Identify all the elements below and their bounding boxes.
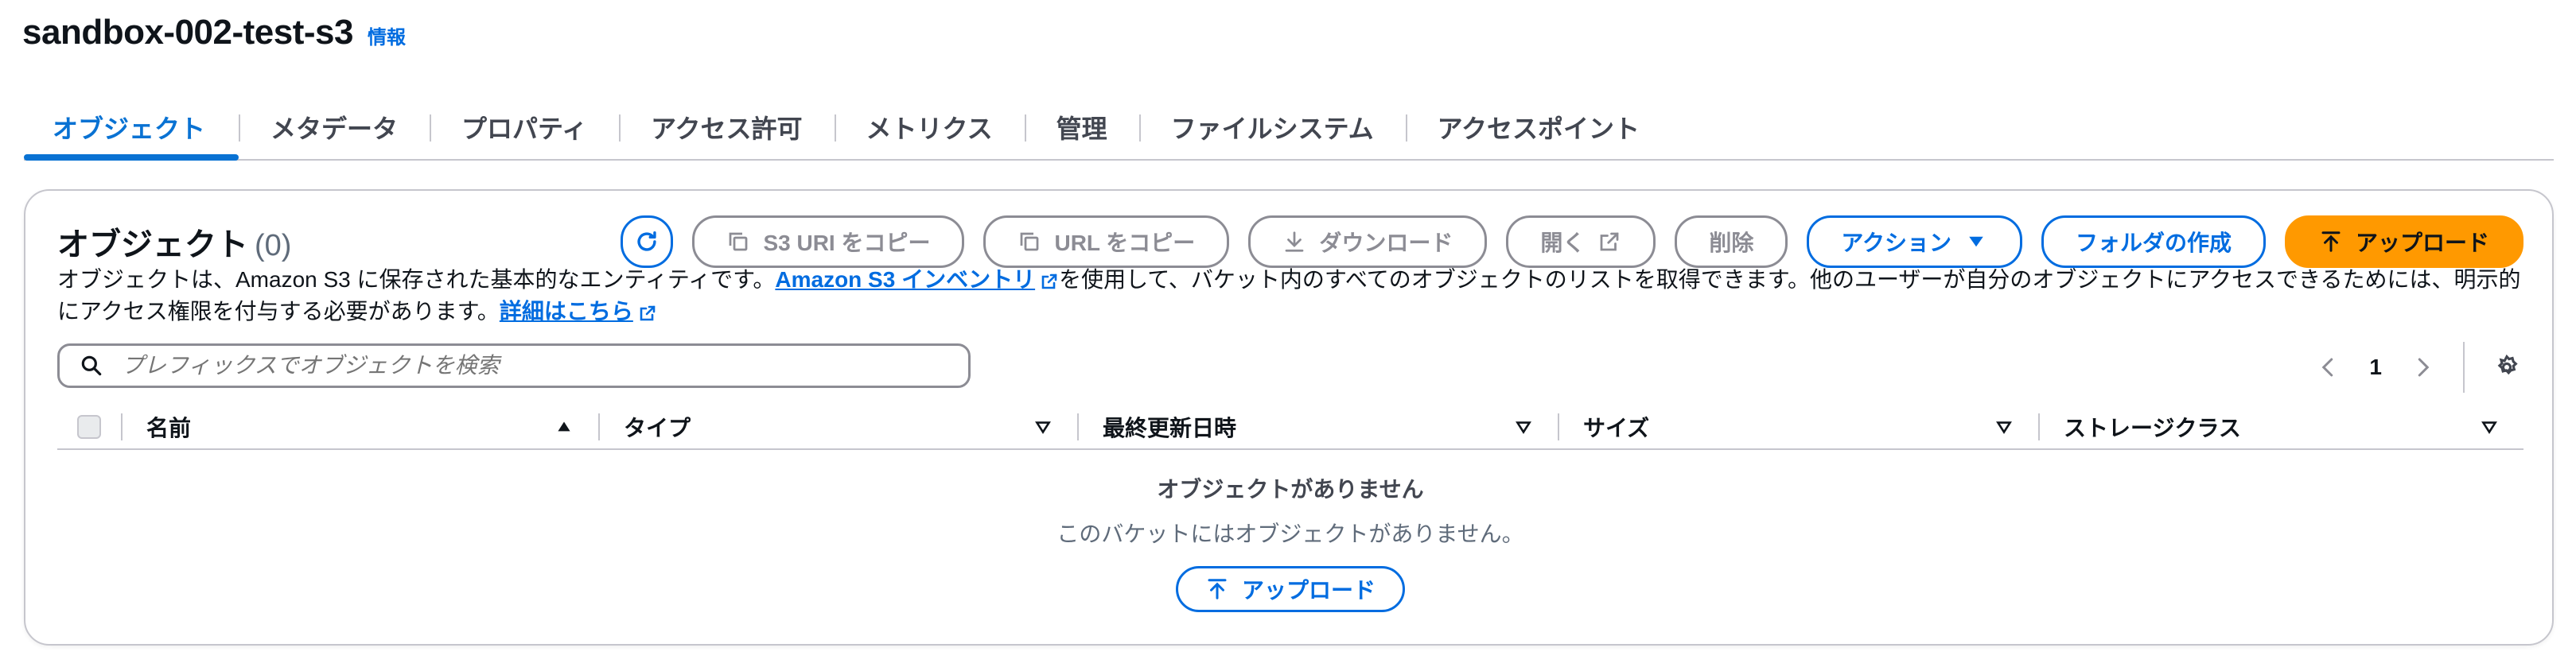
empty-title: オブジェクトがありません	[1157, 477, 1424, 502]
actions-dropdown-button[interactable]: アクション	[1807, 215, 2022, 268]
inventory-link-label: Amazon S3 インベントリ	[775, 267, 1036, 292]
tab-objects[interactable]: オブジェクト	[24, 95, 239, 161]
external-link-icon	[1597, 230, 1621, 254]
pagination: 1	[2317, 342, 2520, 393]
objects-title: オブジェクト	[57, 227, 248, 262]
create-folder-button[interactable]: フォルダの作成	[2041, 215, 2266, 268]
delete-button[interactable]: 削除	[1675, 215, 1788, 268]
copy-s3-uri-button[interactable]: S3 URI をコピー	[692, 215, 965, 268]
sort-icon	[2479, 417, 2500, 437]
tab-properties[interactable]: プロパティ	[430, 95, 619, 159]
empty-upload-button[interactable]: アップロード	[1175, 566, 1405, 612]
column-last-modified[interactable]: 最終更新日時	[1077, 405, 1558, 448]
page-title: sandbox-002-test-s3	[22, 13, 353, 52]
empty-state: オブジェクトがありません このバケットにはオブジェクトがありません。 アップロー…	[57, 472, 2523, 612]
external-link-icon	[638, 296, 657, 328]
column-type[interactable]: タイプ	[598, 405, 1077, 448]
download-button[interactable]: ダウンロード	[1248, 215, 1488, 268]
column-storage-class-label: ストレージクラス	[2064, 416, 2241, 440]
external-link-icon	[1040, 264, 1059, 296]
column-type-label: タイプ	[624, 416, 691, 440]
column-size[interactable]: サイズ	[1558, 405, 2038, 448]
open-label: 開く	[1540, 231, 1586, 255]
search-icon	[79, 353, 104, 378]
gear-icon[interactable]	[2493, 354, 2520, 381]
upload-label: アップロード	[2355, 231, 2489, 255]
open-button[interactable]: 開く	[1506, 215, 1656, 268]
tab-file-system[interactable]: ファイルシステム	[1138, 95, 1406, 159]
tab-permissions[interactable]: アクセス許可	[619, 95, 834, 159]
objects-actions: S3 URI をコピー URL をコピー ダウンロード 開く 削除 アクション …	[621, 215, 2523, 268]
tab-access-points[interactable]: アクセスポイント	[1405, 95, 1671, 159]
download-icon	[1282, 230, 1306, 254]
empty-upload-label: アップロード	[1241, 578, 1376, 603]
download-label: ダウンロード	[1319, 231, 1453, 255]
upload-icon	[1205, 577, 1229, 601]
learn-more-link[interactable]: 詳細はこちら	[500, 296, 657, 328]
tab-metrics[interactable]: メトリクス	[834, 95, 1025, 159]
caret-down-icon	[1964, 230, 1988, 254]
column-size-label: サイズ	[1583, 416, 1650, 440]
objects-title-wrap: オブジェクト (0)	[57, 219, 291, 265]
column-name[interactable]: 名前	[121, 405, 598, 448]
learn-more-label: 詳細はこちら	[499, 299, 633, 324]
empty-description: このバケットにはオブジェクトがありません。	[1056, 522, 1524, 546]
table-header: 名前 タイプ 最終更新日時 サイズ ストレージクラス	[57, 405, 2523, 450]
copy-url-label: URL をコピー	[1054, 231, 1196, 255]
column-last-modified-label: 最終更新日時	[1103, 416, 1237, 440]
copy-url-button[interactable]: URL をコピー	[983, 215, 1230, 268]
page-header: sandbox-002-test-s3 情報	[22, 13, 406, 52]
sort-icon	[1513, 417, 1534, 437]
delete-label: 削除	[1709, 231, 1754, 255]
create-folder-label: フォルダの作成	[2075, 231, 2232, 255]
chevron-right-icon[interactable]	[2411, 355, 2434, 379]
column-name-label: 名前	[146, 416, 192, 440]
inventory-link[interactable]: Amazon S3 インベントリ	[775, 264, 1059, 296]
search-input[interactable]	[120, 352, 949, 379]
chevron-left-icon[interactable]	[2317, 355, 2341, 379]
current-page[interactable]: 1	[2369, 355, 2382, 380]
info-link[interactable]: 情報	[368, 21, 406, 49]
description-text-1: オブジェクトは、Amazon S3 に保存された基本的なエンティティです。	[57, 267, 776, 292]
sort-icon	[1994, 417, 2014, 437]
upload-button[interactable]: アップロード	[2284, 215, 2523, 268]
objects-count: (0)	[255, 229, 292, 262]
select-all-checkbox[interactable]	[77, 415, 101, 439]
select-all-cell	[57, 415, 121, 439]
copy-s3-uri-label: S3 URI をコピー	[763, 231, 931, 255]
copy-icon	[726, 230, 750, 254]
column-storage-class[interactable]: ストレージクラス	[2038, 405, 2523, 448]
refresh-button[interactable]	[621, 215, 674, 268]
actions-label: アクション	[1841, 231, 1951, 255]
objects-container: オブジェクト (0) S3 URI をコピー URL をコピー ダウンロード 開…	[24, 189, 2554, 646]
page: sandbox-002-test-s3 情報 オブジェクト メタデータ プロパテ…	[0, 0, 2576, 671]
sort-icon	[1033, 417, 1053, 437]
upload-icon	[2319, 230, 2343, 254]
objects-description: オブジェクトは、Amazon S3 に保存された基本的なエンティティです。 Ama…	[57, 264, 2523, 328]
sort-asc-icon	[554, 417, 574, 437]
objects-table: 名前 タイプ 最終更新日時 サイズ ストレージクラス オブジェクトがありません …	[57, 405, 2523, 612]
copy-icon	[1018, 230, 1041, 254]
refresh-icon	[633, 228, 660, 255]
search-field[interactable]	[57, 343, 971, 388]
tab-management[interactable]: 管理	[1024, 95, 1139, 159]
tabs: オブジェクト メタデータ プロパティ アクセス許可 メトリクス 管理 ファイルシ…	[24, 95, 2554, 161]
empty-upload-wrap: アップロード	[57, 566, 2523, 612]
tab-metadata[interactable]: メタデータ	[239, 95, 430, 159]
pagination-divider	[2463, 342, 2465, 393]
